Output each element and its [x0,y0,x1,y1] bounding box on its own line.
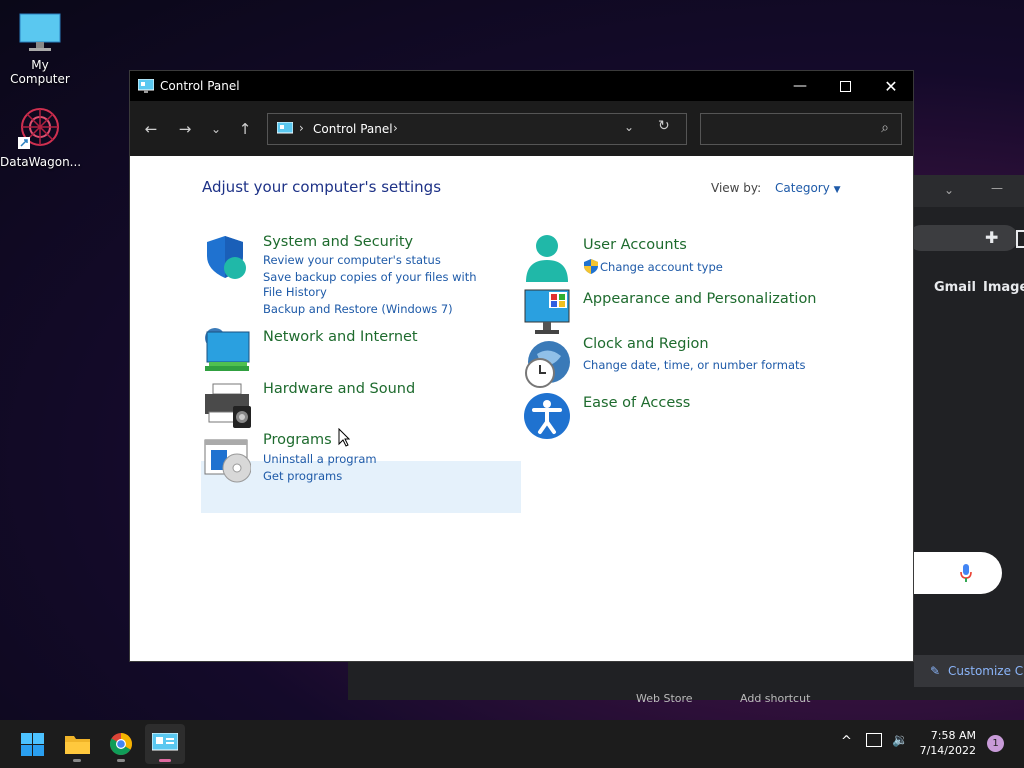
user-icon [526,235,568,282]
desktop-icon-label: My Computer [10,58,70,86]
refresh-button[interactable]: ↻ [658,118,670,134]
extensions-icon[interactable]: ✚ [985,228,998,247]
dropdown-arrow-icon: ▼ [833,185,841,195]
monitor-icon [524,289,570,334]
pencil-icon: ✎ [930,664,941,678]
images-link[interactable]: Images [983,280,1024,295]
breadcrumb-separator-icon: › [299,121,304,135]
arrow-right-icon: → [178,120,192,138]
start-button[interactable] [12,724,52,764]
link-file-history[interactable]: Save backup copies of your files with Fi… [263,270,498,300]
folder-icon [65,736,90,754]
link-backup-restore[interactable]: Backup and Restore (Windows 7) [263,302,498,317]
customize-chrome-button[interactable]: ✎ Customize C [914,655,1024,687]
gmail-link[interactable]: Gmail [934,280,976,295]
link-uninstall-program[interactable]: Uninstall a program [263,452,498,467]
minimize-icon: — [793,78,807,94]
clock-date: 7/14/2022 [919,744,976,757]
sidepanel-icon[interactable] [1016,230,1024,248]
running-indicator [117,759,125,762]
desktop-icon-datawagon[interactable]: DataWagon... [0,107,82,169]
title-bar[interactable]: Control Panel — ✕ [130,71,913,101]
shortcut-add[interactable]: Add shortcut [740,692,810,705]
minimize-icon[interactable]: — [991,181,1003,195]
chevron-down-icon[interactable]: ⌄ [944,183,954,197]
maximize-icon [839,80,851,92]
back-button[interactable]: ← [140,119,162,139]
taskbar-clock[interactable]: 7:58 AM 7/14/2022 [916,728,976,758]
search-input[interactable]: ⌕ [700,113,902,145]
computer-icon [18,10,62,54]
show-hidden-icons-chevron-icon[interactable]: ^ [841,734,852,749]
arrow-left-icon: ← [144,120,158,138]
microphone-icon[interactable] [959,563,973,583]
minimize-button[interactable]: — [777,71,823,101]
taskbar: ^ 🔉 7:58 AM 7/14/2022 1 [0,720,1024,768]
uac-shield-icon [584,259,598,274]
taskbar-file-explorer[interactable] [57,724,97,764]
control-panel-content: Adjust your computer's settings View by:… [130,156,913,661]
control-panel-icon [152,733,178,751]
address-bar[interactable]: › Control Panel › ⌄ [267,113,687,145]
address-dropdown-icon[interactable]: ⌄ [624,120,634,134]
category-name[interactable]: Network and Internet [263,329,418,345]
category-name[interactable]: Programs [263,432,332,448]
datawagon-icon [18,107,62,151]
view-by-label: View by: [711,181,762,195]
recent-locations-button[interactable]: ⌄ [205,119,227,139]
taskbar-control-panel[interactable] [145,724,185,764]
taskbar-chrome[interactable] [101,724,141,764]
category-name[interactable]: User Accounts [583,237,687,253]
clock-globe-icon [525,341,570,388]
desktop-icon-label: DataWagon... [0,155,82,169]
link-review-status[interactable]: Review your computer's status [263,253,498,268]
desktop-icon-my-computer[interactable]: My Computer [0,10,80,86]
forward-button[interactable]: → [174,119,196,139]
category-name[interactable]: Clock and Region [583,336,709,352]
category-name[interactable]: System and Security [263,234,413,250]
view-by-dropdown[interactable]: Category ▼ [775,181,841,195]
windows-logo-icon [21,733,44,756]
link-change-account-type[interactable]: Change account type [600,260,835,275]
link-change-date-time-formats[interactable]: Change date, time, or number formats [583,358,843,373]
google-search-box[interactable] [908,552,1002,594]
page-title: Adjust your computer's settings [202,178,442,196]
shield-icon [207,236,246,279]
control-panel-window[interactable]: Control Panel — ✕ ← → ⌄ ↑ › Control Pane… [129,70,914,662]
notification-badge[interactable]: 1 [987,735,1004,752]
control-panel-icon [277,122,293,134]
running-indicator [73,759,81,762]
running-indicator [159,759,171,762]
breadcrumb-separator-icon[interactable]: › [393,121,398,135]
close-icon: ✕ [884,76,898,96]
search-icon: ⌕ [881,120,889,136]
category-name[interactable]: Ease of Access [583,395,690,411]
up-button[interactable]: ↑ [234,119,256,139]
view-by: View by: Category ▼ [711,181,841,195]
link-get-programs[interactable]: Get programs [263,469,498,484]
network-status-icon[interactable] [866,733,882,747]
mouse-cursor-icon [338,428,350,447]
window-title: Control Panel [160,79,240,93]
category-name[interactable]: Appearance and Personalization [583,291,817,307]
shortcut-web-store[interactable]: Web Store [636,692,693,705]
chrome-omnibox[interactable] [908,225,1018,251]
control-panel-icon [138,79,154,93]
volume-icon[interactable]: 🔉 [892,733,908,748]
navigation-bar: ← → ⌄ ↑ › Control Panel › ⌄ ↻ ⌕ [130,101,913,156]
network-icon [205,328,250,371]
chrome-icon [110,733,132,755]
maximize-button[interactable] [822,71,868,101]
printer-icon [205,383,251,428]
breadcrumb-control-panel[interactable]: Control Panel [313,122,393,136]
category-name[interactable]: Hardware and Sound [263,381,415,397]
programs-icon [204,439,251,483]
close-button[interactable]: ✕ [868,71,914,101]
clock-time: 7:58 AM [930,729,976,742]
accessibility-icon [524,393,570,439]
arrow-up-icon: ↑ [238,120,252,138]
chevron-down-icon: ⌄ [210,122,222,136]
